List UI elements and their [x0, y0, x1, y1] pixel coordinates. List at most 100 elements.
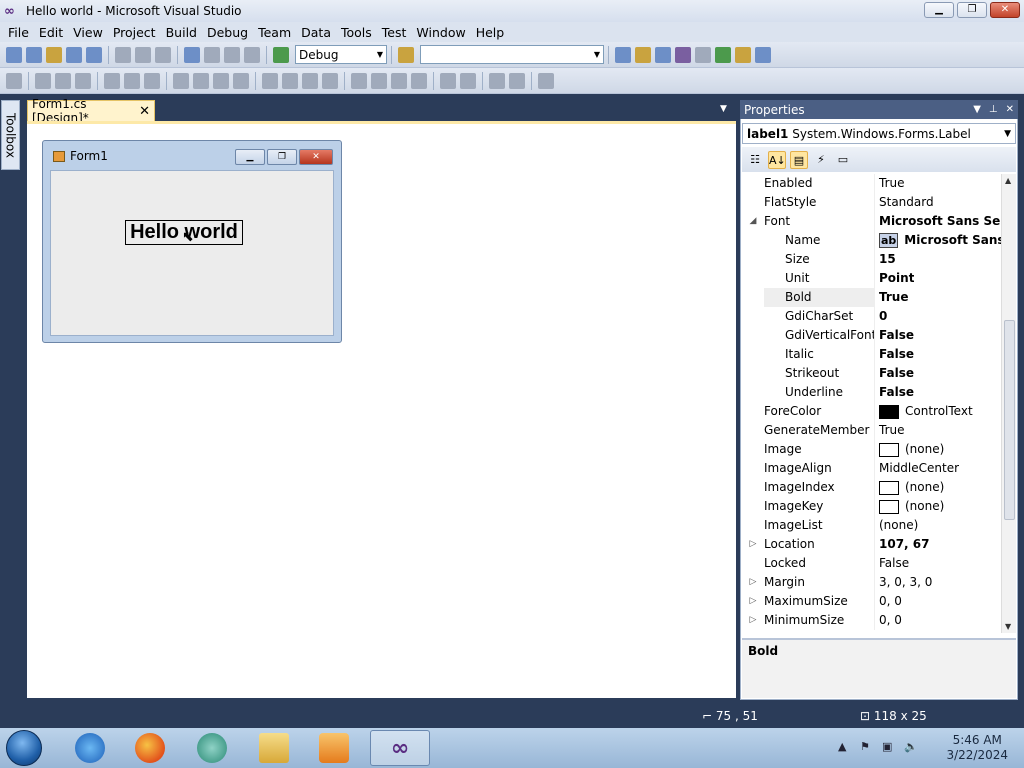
vertical-spacing-equal-icon[interactable] — [351, 72, 367, 89]
align-rights-icon[interactable] — [75, 72, 91, 89]
menu-project[interactable]: Project — [108, 25, 161, 40]
property-row[interactable]: ▷ MaximumSize 0, 0 — [742, 592, 1001, 611]
start-button[interactable] — [0, 728, 48, 768]
center-horizontally-icon[interactable] — [440, 72, 456, 89]
property-value[interactable]: True — [875, 421, 905, 440]
internet-explorer-icon[interactable] — [62, 730, 118, 766]
decrease-vertical-spacing-icon[interactable] — [391, 72, 407, 89]
property-value[interactable]: (none) — [875, 497, 944, 516]
property-value[interactable]: 15 — [875, 250, 896, 269]
property-value[interactable]: 0, 0 — [875, 611, 902, 630]
pin-icon[interactable]: ⊥ — [989, 104, 998, 115]
expand-icon[interactable]: ▷ — [742, 611, 764, 630]
decrease-horizontal-spacing-icon[interactable] — [302, 72, 318, 89]
property-row[interactable]: ImageList (none) — [742, 516, 1001, 535]
property-value[interactable]: 0, 0 — [875, 592, 902, 611]
property-value[interactable]: False — [875, 383, 914, 402]
minimize-button[interactable]: ▁ — [924, 2, 954, 18]
align-middles-icon[interactable] — [124, 72, 140, 89]
property-row[interactable]: GdiVerticalFont False — [742, 326, 1001, 345]
firefox-icon[interactable] — [122, 730, 178, 766]
expand-icon[interactable]: ◢ — [742, 212, 764, 231]
property-grid-scrollbar[interactable]: ▲ ▼ — [1001, 174, 1016, 633]
cut-icon[interactable] — [115, 46, 131, 63]
class-view-icon[interactable] — [675, 46, 691, 63]
start-page-icon[interactable] — [715, 46, 731, 63]
remove-horizontal-spacing-icon[interactable] — [322, 72, 338, 89]
property-row[interactable]: ImageIndex (none) — [742, 478, 1001, 497]
properties-window-icon[interactable] — [635, 46, 651, 63]
property-value[interactable]: (none) — [875, 516, 918, 535]
increase-vertical-spacing-icon[interactable] — [371, 72, 387, 89]
property-row[interactable]: ◢Font Microsoft Sans Serif, 1 — [742, 212, 1001, 231]
navigate-back-icon[interactable] — [224, 46, 240, 63]
menu-test[interactable]: Test — [377, 25, 412, 40]
undo-icon[interactable] — [184, 46, 200, 63]
navigate-forward-icon[interactable] — [244, 46, 260, 63]
property-value[interactable]: 107, 67 — [875, 535, 929, 554]
properties-view-icon[interactable]: ▤ — [790, 150, 808, 169]
add-item-icon[interactable] — [26, 46, 42, 63]
make-same-width-icon[interactable] — [173, 72, 189, 89]
menu-file[interactable]: File — [3, 25, 34, 40]
redo-icon[interactable] — [204, 46, 220, 63]
property-row[interactable]: Underline False — [742, 383, 1001, 402]
expand-icon[interactable]: ▷ — [742, 592, 764, 611]
menu-data[interactable]: Data — [296, 25, 336, 40]
align-centers-icon[interactable] — [55, 72, 71, 89]
send-to-back-icon[interactable] — [509, 72, 525, 89]
remove-vertical-spacing-icon[interactable] — [411, 72, 427, 89]
property-row[interactable]: Size 15 — [742, 250, 1001, 269]
chevron-down-icon[interactable]: ▼ — [720, 104, 727, 114]
close-icon[interactable]: ✕ — [1006, 104, 1014, 115]
property-value[interactable]: False — [875, 345, 914, 364]
property-value[interactable]: False — [875, 364, 914, 383]
app-globe-icon[interactable] — [184, 730, 240, 766]
align-bottoms-icon[interactable] — [144, 72, 160, 89]
property-value[interactable]: (none) — [875, 440, 944, 459]
extension-manager-icon[interactable] — [735, 46, 751, 63]
menu-tools[interactable]: Tools — [336, 25, 377, 40]
property-value[interactable]: (none) — [875, 478, 944, 497]
find-combo[interactable]: ▼ — [420, 45, 604, 64]
make-same-height-icon[interactable] — [213, 72, 229, 89]
property-value[interactable]: False — [875, 554, 909, 573]
property-row[interactable]: Bold True — [742, 288, 1001, 307]
menu-view[interactable]: View — [68, 25, 108, 40]
media-player-icon[interactable] — [306, 730, 362, 766]
scrollbar-thumb[interactable] — [1004, 320, 1015, 520]
scroll-down-icon[interactable]: ▼ — [1005, 622, 1011, 631]
property-row[interactable]: ▷ MinimumSize 0, 0 — [742, 611, 1001, 630]
property-row[interactable]: Italic False — [742, 345, 1001, 364]
property-row[interactable]: Strikeout False — [742, 364, 1001, 383]
property-value[interactable]: True — [875, 288, 908, 307]
clock[interactable]: 5:46 AM 3/22/2024 — [946, 733, 1008, 763]
property-value[interactable]: MiddleCenter — [875, 459, 959, 478]
solution-explorer-icon[interactable] — [615, 46, 631, 63]
property-value[interactable]: Standard — [875, 193, 934, 212]
property-row[interactable]: ForeColor ControlText — [742, 402, 1001, 421]
file-explorer-icon[interactable] — [246, 730, 302, 766]
property-row[interactable]: ▷ Location 107, 67 — [742, 535, 1001, 554]
property-row[interactable]: GdiCharSet 0 — [742, 307, 1001, 326]
property-value[interactable]: Microsoft Sans Serif, 1 — [875, 212, 1001, 231]
property-row[interactable]: ImageKey (none) — [742, 497, 1001, 516]
action-center-flag-icon[interactable]: ⚑ — [860, 740, 874, 754]
menu-window[interactable]: Window — [411, 25, 470, 40]
scroll-up-icon[interactable]: ▲ — [1005, 176, 1011, 185]
form1-client-area[interactable] — [50, 170, 334, 336]
expand-icon[interactable]: ▷ — [742, 535, 764, 554]
paste-icon[interactable] — [155, 46, 171, 63]
form-maximize-button[interactable]: ❐ — [267, 149, 297, 165]
save-all-icon[interactable] — [86, 46, 102, 63]
start-debugging-icon[interactable] — [273, 46, 289, 63]
toolbox-tab[interactable]: Toolbox — [1, 100, 20, 170]
object-selector-dropdown[interactable]: label1 System.Windows.Forms.Label ▼ — [742, 123, 1016, 144]
increase-horizontal-spacing-icon[interactable] — [282, 72, 298, 89]
property-row[interactable]: Unit Point — [742, 269, 1001, 288]
visual-studio-icon[interactable]: ∞ — [370, 730, 430, 766]
menu-help[interactable]: Help — [471, 25, 510, 40]
object-browser-icon[interactable] — [655, 46, 671, 63]
solution-configuration-dropdown[interactable]: Debug ▼ — [295, 45, 387, 64]
property-value[interactable]: True — [875, 174, 905, 193]
